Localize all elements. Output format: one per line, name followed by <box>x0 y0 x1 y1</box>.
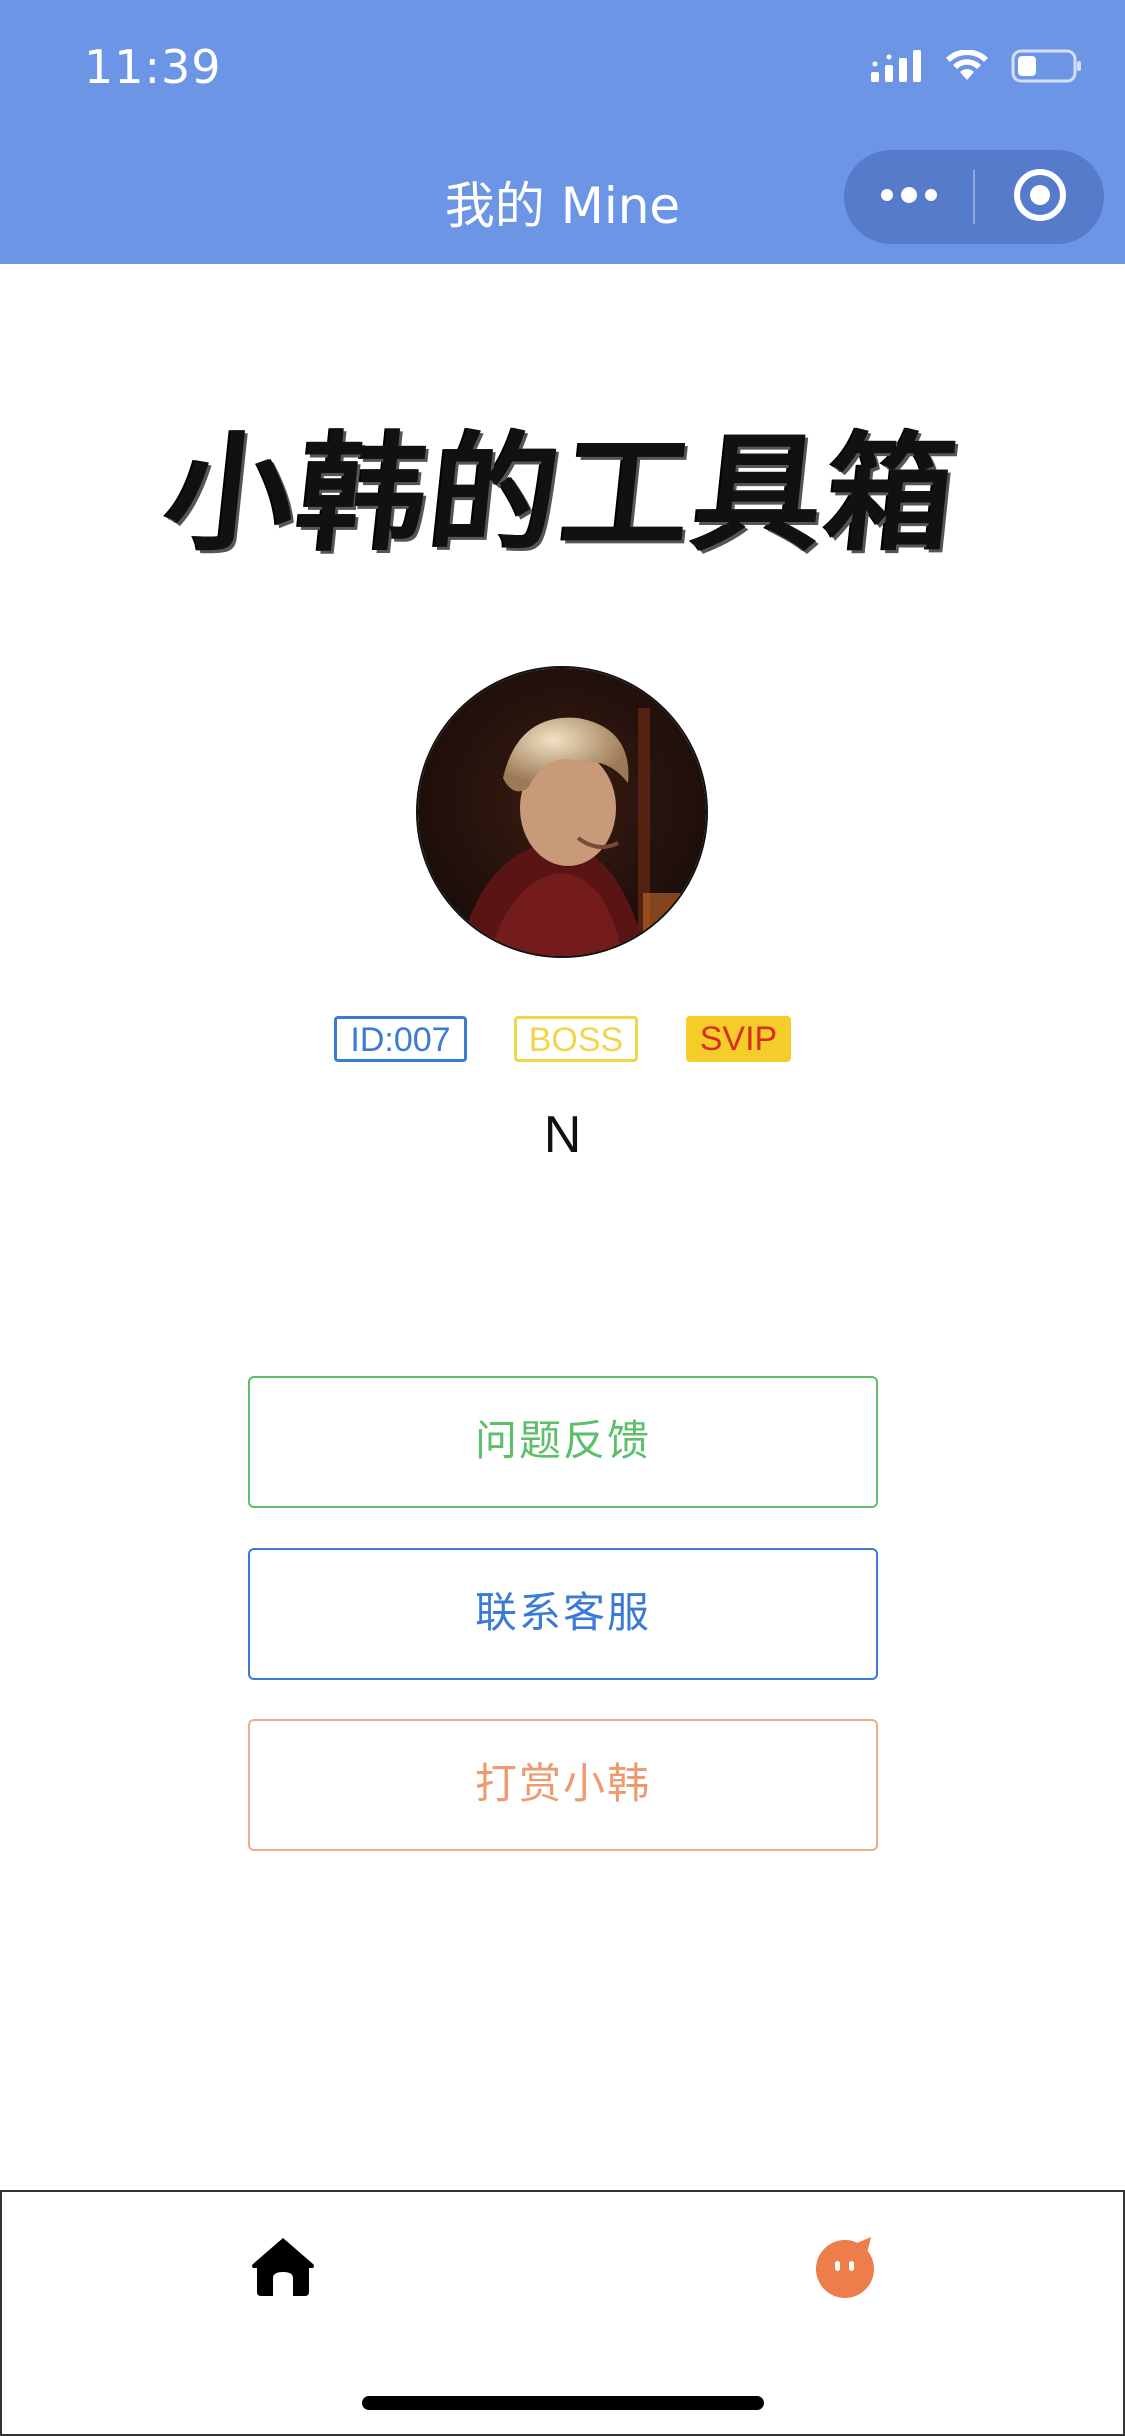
customer-service-button[interactable]: 联系客服 <box>248 1548 878 1680</box>
username: N <box>543 1106 582 1164</box>
svip-badge: SVIP <box>686 1016 791 1062</box>
feedback-button[interactable]: 问题反馈 <box>248 1376 878 1508</box>
mine-icon <box>813 2235 877 2303</box>
badges: ID:007 BOSS SVIP <box>0 1016 1125 1066</box>
reward-button[interactable]: 打赏小韩 <box>248 1719 878 1851</box>
id-badge: ID:007 <box>334 1016 467 1062</box>
home-icon <box>251 2236 315 2302</box>
close-miniprogram-icon <box>1012 167 1068 227</box>
miniprogram-capsule <box>844 150 1104 244</box>
tab-mine[interactable] <box>810 2234 880 2304</box>
tab-home[interactable] <box>248 2234 318 2304</box>
home-indicator[interactable] <box>362 2396 764 2410</box>
app-logo-text: 小韩的工具箱 <box>158 420 967 569</box>
battery-icon <box>1011 49 1083 87</box>
close-miniprogram-button[interactable] <box>975 150 1104 244</box>
cellular-signal-icon <box>871 50 923 86</box>
status-time: 11:39 <box>84 40 222 94</box>
more-dots-icon <box>879 185 939 209</box>
more-button[interactable] <box>844 150 973 244</box>
boss-badge: BOSS <box>514 1016 638 1062</box>
status-icons <box>871 48 1083 88</box>
avatar[interactable] <box>416 666 708 958</box>
header: 11:39 我的 Mine <box>0 0 1125 264</box>
wifi-icon <box>945 49 989 86</box>
